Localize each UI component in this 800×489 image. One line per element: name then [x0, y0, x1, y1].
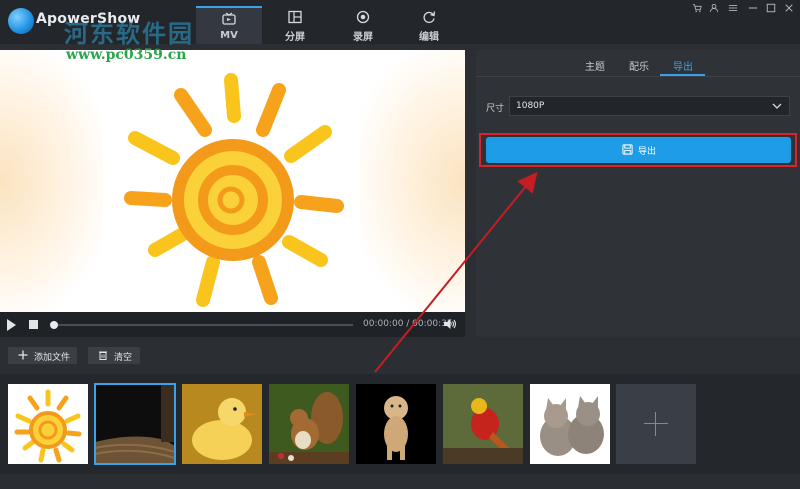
tab-record-label: 录屏 — [353, 32, 373, 43]
tab-export-underline — [660, 74, 705, 76]
refresh-edit-icon — [396, 10, 462, 26]
clear-button[interactable]: 清空 — [88, 347, 140, 364]
tab-mv[interactable]: MV — [196, 6, 262, 44]
user-icon[interactable] — [705, 3, 723, 17]
plus-icon — [644, 423, 668, 424]
media-thumb-kittens[interactable] — [530, 384, 610, 464]
volume-icon[interactable] — [443, 318, 457, 330]
plus-icon — [18, 350, 28, 360]
app-logo-area: ApowerShow 河东软件园 — [0, 0, 196, 48]
squirrel-thumb-image — [269, 384, 349, 464]
close-icon[interactable] — [780, 3, 798, 17]
watermark-text: 河东软件园 — [64, 19, 194, 48]
add-file-label: 添加文件 — [34, 353, 71, 363]
media-thumb-duckling[interactable] — [182, 384, 262, 464]
cheetah-thumb-image — [356, 384, 436, 464]
chevron-down-icon — [772, 103, 782, 109]
export-button-label: 导出 — [638, 147, 657, 157]
trash-icon — [99, 351, 107, 360]
stop-icon[interactable] — [29, 320, 38, 329]
tab-theme[interactable]: 主题 — [585, 58, 605, 73]
export-panel — [476, 50, 800, 337]
play-icon[interactable] — [7, 319, 16, 331]
pheasant-thumb-image — [443, 384, 523, 464]
export-button[interactable]: 导出 — [486, 137, 791, 163]
media-thumb-sun[interactable] — [8, 384, 88, 464]
menu-icon[interactable] — [724, 3, 742, 17]
progress-track[interactable] — [53, 324, 353, 326]
panel-divider — [476, 76, 800, 77]
preview-glow-right — [360, 50, 465, 312]
clear-label: 清空 — [114, 353, 133, 363]
size-select[interactable]: 1080P — [509, 96, 790, 116]
playback-time: 00:00:00 / 00:00:35 — [363, 319, 453, 329]
progress-handle[interactable] — [50, 321, 58, 329]
tab-music[interactable]: 配乐 — [629, 58, 649, 73]
media-thumb-fabric[interactable] — [94, 383, 176, 465]
tab-split-screen[interactable]: 分屏 — [262, 6, 328, 43]
preview-glow-left — [0, 50, 103, 312]
size-value: 1080P — [516, 101, 545, 111]
top-bar: ApowerShow 河东软件园 MV 分屏 录屏 编辑 — [0, 0, 800, 48]
app-logo-icon — [8, 8, 34, 34]
player-controls: 00:00:00 / 00:00:35 — [0, 312, 465, 337]
tab-export[interactable]: 导出 — [673, 58, 693, 73]
media-thumb-cheetah[interactable] — [356, 384, 436, 464]
save-icon — [622, 144, 633, 155]
tab-mv-label: MV — [220, 30, 238, 41]
fabric-thumb-image — [95, 384, 175, 464]
duckling-thumb-image — [182, 384, 262, 464]
tab-split-label: 分屏 — [285, 32, 305, 43]
tab-record[interactable]: 录屏 — [330, 6, 396, 43]
maximize-icon[interactable] — [762, 3, 780, 17]
size-label: 尺寸 — [486, 104, 505, 114]
watermark-url: www.pc0359.cn — [66, 47, 187, 63]
video-preview — [0, 50, 465, 312]
tab-edit-label: 编辑 — [419, 32, 439, 43]
add-file-button[interactable]: 添加文件 — [8, 347, 77, 364]
sun-drawing-image — [124, 73, 344, 307]
kittens-thumb-image — [530, 384, 610, 464]
minimize-icon[interactable] — [744, 3, 762, 17]
tab-edit[interactable]: 编辑 — [396, 6, 462, 43]
cart-icon[interactable] — [688, 3, 706, 17]
split-screen-icon — [262, 10, 328, 26]
add-media-tile[interactable] — [616, 384, 696, 464]
media-thumb-squirrel[interactable] — [269, 384, 349, 464]
media-thumb-pheasant[interactable] — [443, 384, 523, 464]
footer-bar — [0, 474, 800, 489]
tv-icon — [196, 12, 262, 28]
record-icon — [330, 10, 396, 26]
sun-thumb-image — [8, 384, 88, 464]
